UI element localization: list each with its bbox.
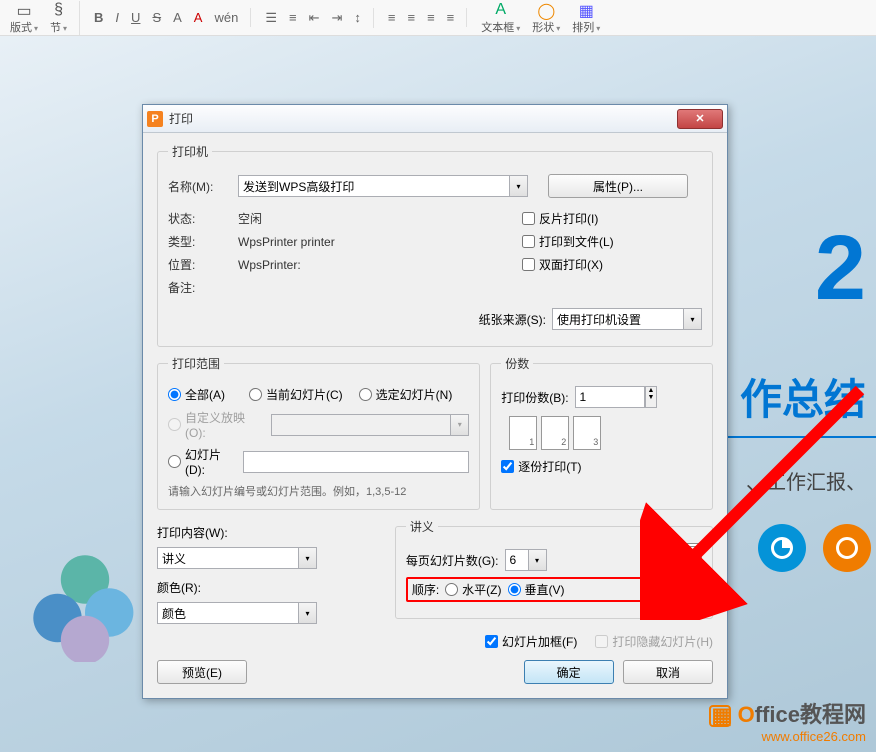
perpage-label: 每页幻灯片数(G): (406, 552, 499, 569)
dropdown-arrow-icon: ▾ (298, 548, 316, 568)
reverse-checkbox[interactable]: 反片打印(I) (522, 210, 598, 227)
printer-legend: 打印机 (168, 143, 212, 160)
properties-button[interactable]: 属性(P)... (548, 174, 688, 198)
color-select[interactable]: 颜色 ▾ (157, 602, 317, 624)
decorative-blobs (30, 552, 140, 662)
strike-button[interactable]: S (148, 8, 165, 27)
align-left-button[interactable]: ≡ (384, 8, 400, 27)
dropdown-arrow-icon: ▾ (528, 550, 546, 570)
range-all-radio[interactable]: 全部(A) (168, 386, 225, 403)
duplex-checkbox[interactable]: 双面打印(X) (522, 256, 603, 273)
range-legend: 打印范围 (168, 355, 224, 372)
italic-button[interactable]: I (111, 8, 123, 27)
slide-caption: 、工作汇报、 (746, 466, 866, 495)
type-label: 类型: (168, 233, 238, 250)
handout-legend: 讲义 (406, 518, 438, 535)
linespace-button[interactable]: ↕ (350, 8, 365, 27)
arrange-icon: ▦ (579, 1, 594, 19)
watermark-url: www.office26.com (709, 729, 866, 744)
slide-big-text: 2 (815, 216, 866, 321)
indent-dec-button[interactable]: ⇤ (305, 8, 324, 28)
location-value: WpsPrinter: (238, 258, 301, 272)
layout-button[interactable]: ▭ 版式▾ (6, 1, 42, 35)
paper-source-select[interactable]: 使用打印机设置 ▾ (552, 308, 702, 330)
paper-source-label: 纸张来源(S): (479, 311, 546, 328)
copies-group: 份数 打印份数(B): ▲ ▼ 逐份打印(T) (490, 355, 713, 510)
slides-input[interactable] (243, 451, 469, 473)
copies-input[interactable] (575, 386, 645, 408)
underline-button[interactable]: U (127, 8, 144, 27)
location-label: 位置: (168, 256, 238, 273)
copies-legend: 份数 (501, 355, 533, 372)
shape-button[interactable]: ◯ 形状▾ (528, 1, 564, 35)
layout-icon: ▭ (16, 1, 31, 19)
superscript-button[interactable]: A (169, 8, 186, 27)
name-label: 名称(M): (168, 178, 238, 195)
ribbon-toolbar: ▭ 版式▾ § 节▾ B I U S A A wén ☰ ≡ ⇤ ⇥ ↕ ≡ ≡… (0, 0, 876, 36)
range-hint: 请输入幻灯片编号或幻灯片范围。例如，1,3,5-12 (168, 483, 469, 499)
arrange-button[interactable]: ▦ 排列▾ (568, 1, 604, 35)
comment-label: 备注: (168, 279, 238, 296)
order-highlight: 顺序: 水平(Z) 垂直(V) (406, 577, 650, 602)
app-icon: P (147, 111, 163, 127)
order-vert-radio[interactable]: 垂直(V) (508, 581, 565, 598)
textbox-button[interactable]: A 文本框▾ (477, 1, 524, 35)
ok-button[interactable]: 确定 (524, 660, 614, 684)
slide-subtitle: 作总结 (740, 366, 866, 427)
align-right-button[interactable]: ≡ (423, 8, 439, 27)
frame-checkbox[interactable]: 幻灯片加框(F) (485, 633, 577, 650)
dropdown-arrow-icon: ▾ (509, 176, 527, 196)
to-file-checkbox[interactable]: 打印到文件(L) (522, 233, 614, 250)
preview-button[interactable]: 预览(E) (157, 660, 247, 684)
content-label: 打印内容(W): (157, 524, 228, 541)
dropdown-arrow-icon: ▾ (683, 309, 701, 329)
range-custom-radio: 自定义放映(O): (168, 409, 265, 440)
perpage-select[interactable]: 6 ▾ (505, 549, 547, 571)
section-icon: § (54, 1, 63, 19)
watermark: ▦ OfficeOffice教程网教程网 www.office26.com (709, 697, 866, 744)
status-label: 状态: (168, 210, 238, 227)
type-value: WpsPrinter printer (238, 235, 335, 249)
dropdown-arrow-icon: ▾ (298, 603, 316, 623)
range-group: 打印范围 全部(A) 当前幻灯片(C) 选定幻灯片(N) 自定义放映(O): ▾… (157, 355, 480, 510)
custom-show-select: ▾ (271, 414, 469, 436)
textbox-icon: A (495, 1, 506, 19)
blue-circle-icon (758, 524, 806, 572)
watermark-brand: ▦ OfficeOffice教程网教程网 (709, 697, 866, 729)
hidden-checkbox: 打印隐藏幻灯片(H) (595, 633, 713, 650)
range-selected-radio[interactable]: 选定幻灯片(N) (359, 386, 453, 403)
section-button[interactable]: § 节▾ (46, 1, 71, 35)
collate-checkbox[interactable]: 逐份打印(T) (501, 458, 581, 475)
range-current-radio[interactable]: 当前幻灯片(C) (249, 386, 343, 403)
bold-button[interactable]: B (90, 8, 107, 27)
collate-thumbs (509, 416, 702, 450)
dialog-titlebar[interactable]: P 打印 ✕ (143, 105, 727, 133)
spin-down-button[interactable]: ▼ (646, 394, 657, 401)
color-label: 颜色(R): (157, 579, 201, 596)
order-label: 顺序: (412, 581, 439, 598)
printer-name-select[interactable]: 发送到WPS高级打印 ▾ (238, 175, 528, 197)
spin-up-button[interactable]: ▲ (646, 387, 657, 394)
status-value: 空闲 (238, 210, 262, 227)
shape-icon: ◯ (537, 1, 555, 19)
phonetic-button[interactable]: wén (210, 8, 242, 27)
align-center-button[interactable]: ≡ (403, 8, 419, 27)
bullets-button[interactable]: ☰ (261, 8, 281, 28)
close-button[interactable]: ✕ (677, 109, 723, 129)
dialog-title: 打印 (169, 110, 677, 127)
printer-group: 打印机 名称(M): 发送到WPS高级打印 ▾ 属性(P)... 状态:空闲 类… (157, 143, 713, 347)
numbering-button[interactable]: ≡ (285, 8, 301, 27)
highlight-button[interactable]: A (190, 8, 207, 27)
content-select[interactable]: 讲义 ▾ (157, 547, 317, 569)
cancel-button[interactable]: 取消 (623, 660, 713, 684)
align-justify-button[interactable]: ≡ (443, 8, 459, 27)
orange-circle-icon (823, 524, 871, 572)
layout-preview: 14 25 36 (658, 543, 702, 595)
indent-inc-button[interactable]: ⇥ (327, 8, 346, 28)
handout-group: 讲义 每页幻灯片数(G): 6 ▾ 顺序: 水平(Z) (395, 518, 713, 619)
order-horiz-radio[interactable]: 水平(Z) (445, 581, 501, 598)
print-dialog: P 打印 ✕ 打印机 名称(M): 发送到WPS高级打印 ▾ 属性(P)... … (142, 104, 728, 699)
copies-label: 打印份数(B): (501, 389, 568, 406)
range-slides-radio[interactable]: 幻灯片(D): (168, 446, 237, 477)
